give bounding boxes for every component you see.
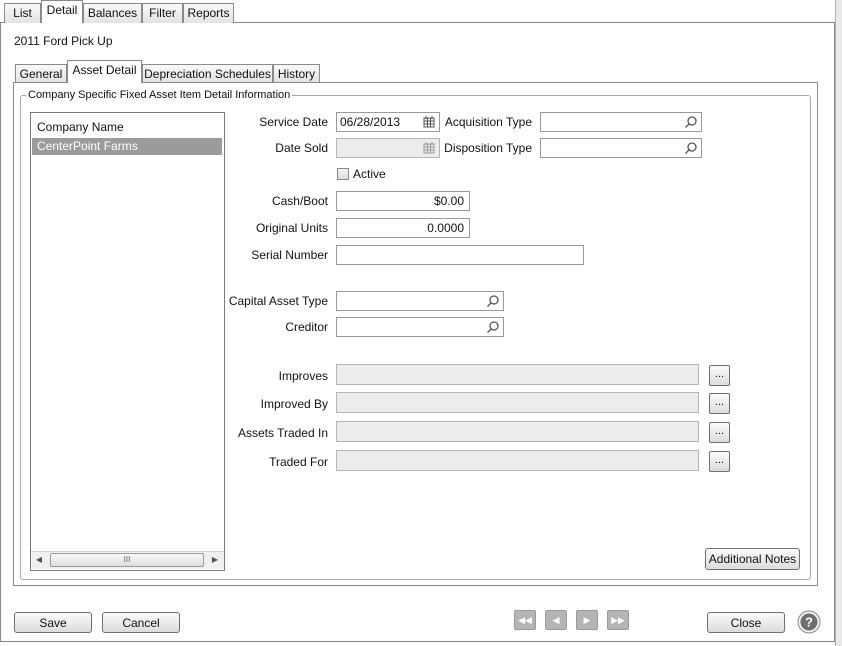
traded-for-label: Traded For — [269, 455, 328, 469]
assets-traded-in-label: Assets Traded In — [237, 426, 328, 440]
magnifier-icon[interactable] — [486, 320, 500, 334]
tab-depreciation-schedules[interactable]: Depreciation Schedules — [142, 64, 273, 83]
previous-record-icon[interactable]: ◀ — [545, 610, 567, 630]
tab-asset-detail[interactable]: Asset Detail — [67, 60, 142, 83]
cancel-button[interactable]: Cancel — [102, 612, 180, 633]
cash-boot-label: Cash/Boot — [271, 194, 328, 208]
magnifier-icon[interactable] — [684, 115, 698, 129]
company-list[interactable] — [30, 112, 225, 571]
record-title: 2011 Ford Pick Up — [14, 34, 113, 48]
improves-label: Improves — [278, 369, 328, 383]
active-label[interactable]: Active — [353, 167, 386, 181]
additional-notes-button[interactable]: Additional Notes — [705, 548, 800, 570]
magnifier-icon[interactable] — [684, 141, 698, 155]
improves-field[interactable] — [336, 364, 699, 385]
window-right-edge — [835, 0, 842, 646]
scroll-right-icon[interactable]: ▶ — [210, 554, 220, 566]
company-list-item[interactable]: CenterPoint Farms — [32, 138, 222, 155]
company-list-item-label: CenterPoint Farms — [37, 139, 138, 153]
date-sold-field[interactable] — [336, 138, 440, 158]
group-box-title: Company Specific Fixed Asset Item Detail… — [26, 89, 293, 101]
calendar-icon[interactable] — [422, 115, 436, 129]
original-units-label: Original Units — [255, 221, 328, 235]
scroll-left-icon[interactable]: ◀ — [34, 554, 44, 566]
tab-detail[interactable]: Detail — [41, 0, 83, 23]
help-icon[interactable]: ? — [797, 610, 821, 634]
scroll-grip: III — [123, 555, 131, 564]
improved-by-label: Improved By — [260, 397, 328, 411]
magnifier-icon[interactable] — [486, 294, 500, 308]
capital-asset-type-label: Capital Asset Type — [228, 294, 328, 308]
next-record-icon[interactable]: ▶ — [576, 610, 598, 630]
serial-number-label: Serial Number — [251, 248, 328, 262]
improved-by-browse-button[interactable]: ... — [709, 393, 730, 414]
disposition-type-label: Disposition Type — [444, 141, 532, 155]
assets-traded-in-browse-button[interactable]: ... — [709, 422, 730, 443]
svg-text:?: ? — [805, 615, 813, 630]
traded-for-field[interactable] — [336, 450, 699, 471]
improved-by-field[interactable] — [336, 392, 699, 413]
service-date-label: Service Date — [259, 115, 328, 129]
scroll-thumb[interactable]: III — [50, 553, 204, 567]
tab-history[interactable]: History — [273, 64, 320, 83]
creditor-field[interactable] — [336, 317, 504, 337]
assets-traded-in-field[interactable] — [336, 421, 699, 442]
last-record-icon[interactable]: ▶▶ — [607, 610, 629, 630]
tab-general[interactable]: General — [15, 64, 67, 83]
disposition-type-field[interactable] — [540, 138, 702, 158]
date-sold-label: Date Sold — [275, 141, 328, 155]
creditor-label: Creditor — [285, 320, 328, 334]
original-units-field[interactable]: 0.0000 — [336, 218, 470, 238]
serial-number-field[interactable] — [336, 245, 584, 265]
cash-boot-field[interactable]: $0.00 — [336, 191, 470, 211]
acquisition-type-label: Acquisition Type — [444, 115, 532, 129]
close-button[interactable]: Close — [707, 612, 785, 633]
tab-balances[interactable]: Balances — [83, 3, 142, 23]
service-date-value: 06/28/2013 — [340, 115, 401, 129]
save-button[interactable]: Save — [14, 612, 92, 633]
active-checkbox[interactable] — [337, 168, 349, 180]
improves-browse-button[interactable]: ... — [709, 365, 730, 386]
service-date-field[interactable]: 06/28/2013 — [336, 112, 440, 132]
traded-for-browse-button[interactable]: ... — [709, 451, 730, 472]
capital-asset-type-field[interactable] — [336, 291, 504, 311]
company-list-header: Company Name — [37, 120, 124, 134]
first-record-icon[interactable]: ◀◀ — [514, 610, 536, 630]
acquisition-type-field[interactable] — [540, 112, 702, 132]
tab-list[interactable]: List — [4, 3, 41, 23]
tab-reports[interactable]: Reports — [183, 3, 234, 23]
calendar-icon[interactable] — [422, 141, 436, 155]
tab-filter[interactable]: Filter — [142, 3, 183, 23]
